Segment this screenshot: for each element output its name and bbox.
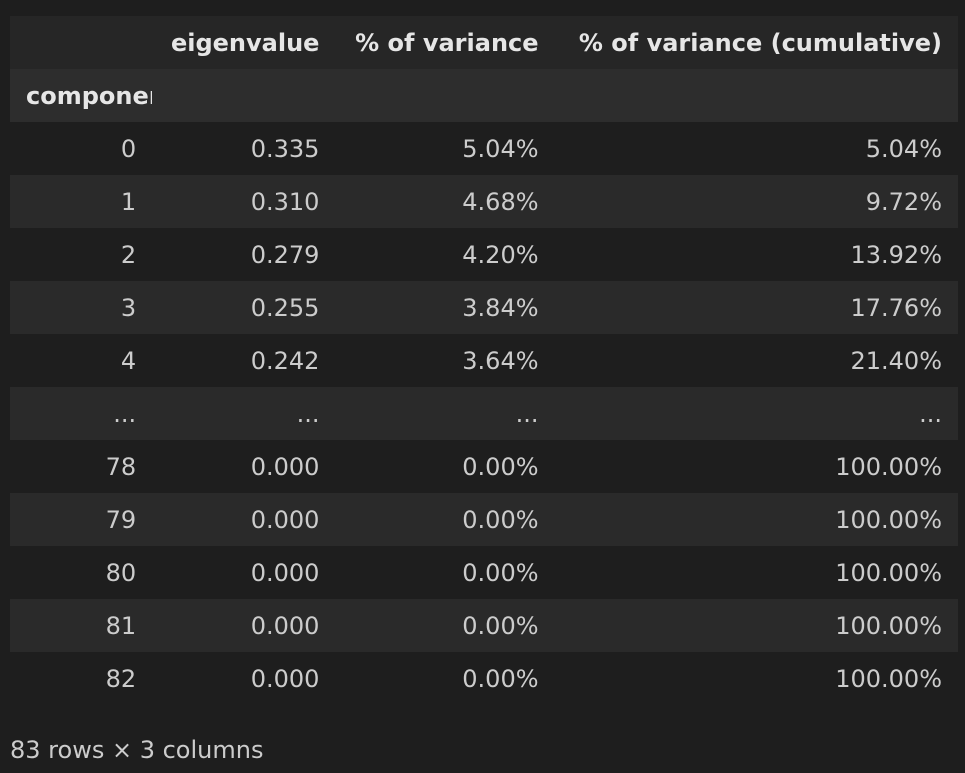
cumulative-variance-cell: 17.76%: [554, 281, 958, 334]
eigenvalue-cell: 0.000: [152, 440, 336, 493]
eigenvalue-cell: 0.000: [152, 493, 336, 546]
row-index-cell: 79: [10, 493, 153, 546]
row-index-cell: 4: [10, 334, 153, 387]
cumulative-variance-cell: 100.00%: [554, 652, 958, 705]
eigenvalue-cell: 0.000: [152, 652, 336, 705]
table-row: 78 0.000 0.00% 100.00%: [10, 440, 958, 493]
index-header-empty: [152, 69, 336, 122]
eigenvalue-cell: 0.000: [152, 546, 336, 599]
variance-cell: 5.04%: [335, 122, 555, 175]
cumulative-variance-cell: 100.00%: [554, 493, 958, 546]
variance-cell: 0.00%: [335, 440, 555, 493]
row-index-cell: 78: [10, 440, 153, 493]
variance-cell: 3.64%: [335, 334, 555, 387]
cumulative-variance-cell: 13.92%: [554, 228, 958, 281]
eigenvalue-cell: 0.255: [152, 281, 336, 334]
table-row: 1 0.310 4.68% 9.72%: [10, 175, 958, 228]
row-index-cell: 2: [10, 228, 153, 281]
table-row: ............: [10, 387, 958, 440]
eigenvalue-cell: 0.279: [152, 228, 336, 281]
index-header-empty: [335, 69, 555, 122]
dataframe-table: eigenvalue % of variance % of variance (…: [10, 16, 958, 705]
row-index-cell: ...: [10, 387, 153, 440]
variance-cell: ...: [335, 387, 555, 440]
table-row: 80 0.000 0.00% 100.00%: [10, 546, 958, 599]
variance-cell: 4.20%: [335, 228, 555, 281]
cumulative-variance-cell: 21.40%: [554, 334, 958, 387]
eigenvalue-cell: 0.310: [152, 175, 336, 228]
variance-cell: 0.00%: [335, 493, 555, 546]
cumulative-variance-cell: 100.00%: [554, 440, 958, 493]
column-header-row: eigenvalue % of variance % of variance (…: [10, 16, 958, 69]
column-header-variance: % of variance: [335, 16, 555, 69]
variance-cell: 0.00%: [335, 546, 555, 599]
eigenvalue-cell: ...: [152, 387, 336, 440]
table-row: 81 0.000 0.00% 100.00%: [10, 599, 958, 652]
row-index-cell: 80: [10, 546, 153, 599]
column-header-cumulative-variance: % of variance (cumulative): [554, 16, 958, 69]
table-row: 0 0.335 5.04% 5.04%: [10, 122, 958, 175]
table-body: 0 0.335 5.04% 5.04% 1 0.310 4.68% 9.72% 2 0.279 4.…: [10, 122, 958, 705]
table-row: 2 0.279 4.20% 13.92%: [10, 228, 958, 281]
eigenvalue-cell: 0.335: [152, 122, 336, 175]
row-index-cell: 3: [10, 281, 153, 334]
variance-cell: 0.00%: [335, 599, 555, 652]
eigenvalue-cell: 0.000: [152, 599, 336, 652]
dataframe-output: eigenvalue % of variance % of variance (…: [10, 16, 958, 705]
row-index-cell: 81: [10, 599, 153, 652]
dataframe-shape-label: 83 rows × 3 columns: [10, 736, 264, 764]
index-header-empty: [554, 69, 958, 122]
variance-cell: 4.68%: [335, 175, 555, 228]
table-row: 3 0.255 3.84% 17.76%: [10, 281, 958, 334]
row-index-cell: 1: [10, 175, 153, 228]
cumulative-variance-cell: 9.72%: [554, 175, 958, 228]
column-header-blank: [10, 16, 153, 69]
variance-cell: 0.00%: [335, 652, 555, 705]
cumulative-variance-cell: ...: [554, 387, 958, 440]
index-name: component: [10, 69, 153, 122]
index-header-row: component: [10, 69, 958, 122]
row-index-cell: 0: [10, 122, 153, 175]
variance-cell: 3.84%: [335, 281, 555, 334]
column-header-eigenvalue: eigenvalue: [152, 16, 336, 69]
table-row: 4 0.242 3.64% 21.40%: [10, 334, 958, 387]
cumulative-variance-cell: 100.00%: [554, 546, 958, 599]
eigenvalue-cell: 0.242: [152, 334, 336, 387]
cumulative-variance-cell: 5.04%: [554, 122, 958, 175]
table-row: 79 0.000 0.00% 100.00%: [10, 493, 958, 546]
row-index-cell: 82: [10, 652, 153, 705]
cumulative-variance-cell: 100.00%: [554, 599, 958, 652]
table-row: 82 0.000 0.00% 100.00%: [10, 652, 958, 705]
